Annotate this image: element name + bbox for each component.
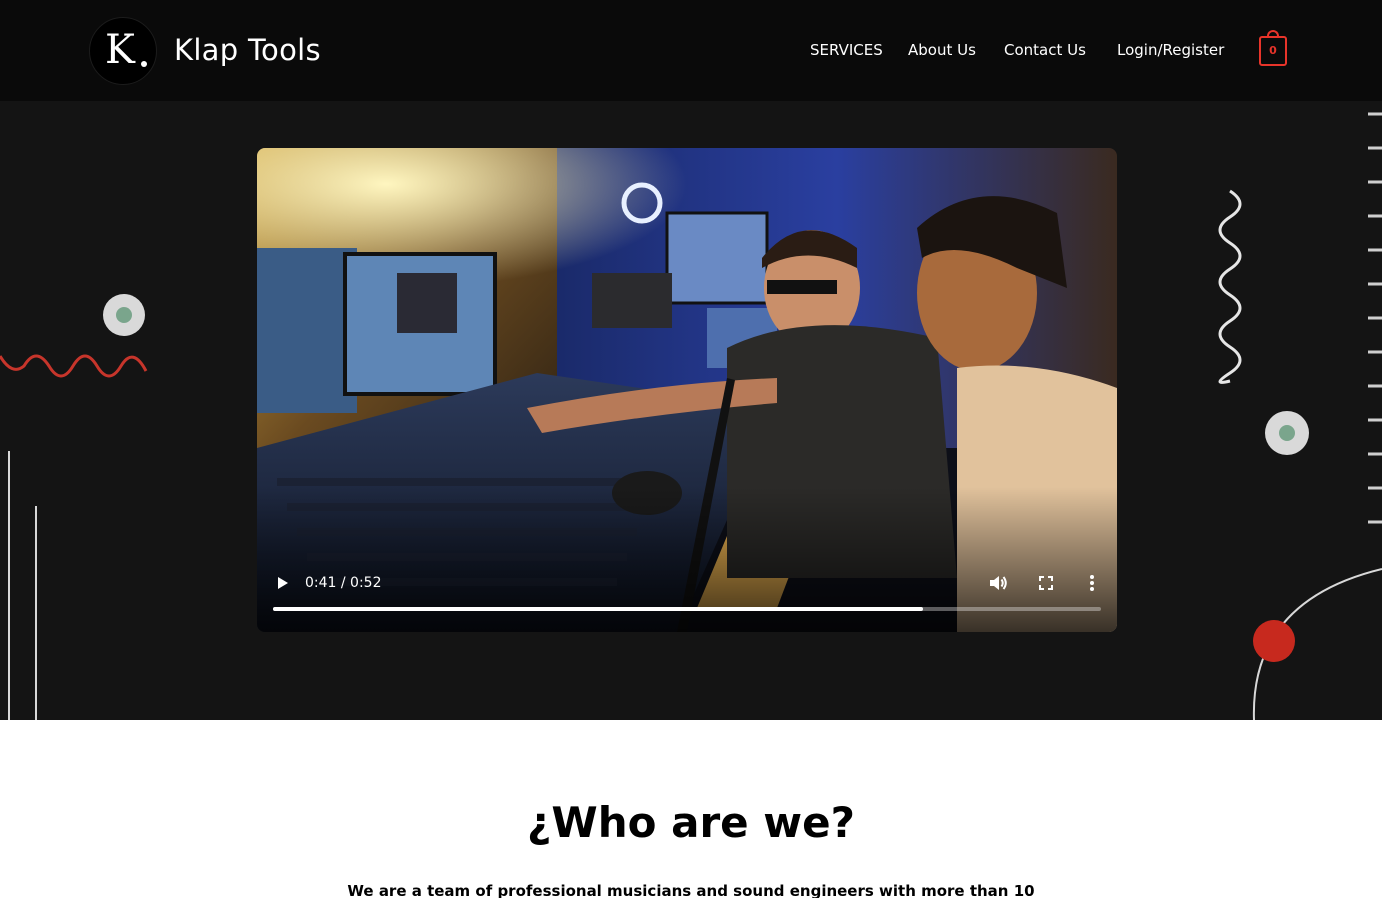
nav-services[interactable]: SERVICES — [810, 40, 883, 60]
video-progress-bar[interactable] — [273, 607, 1101, 611]
site-logo[interactable]: K — [89, 17, 157, 85]
volume-icon[interactable] — [987, 572, 1009, 594]
about-text: We are a team of professional musicians … — [347, 882, 1035, 898]
play-icon[interactable] — [273, 572, 293, 594]
video-progress-fill — [273, 607, 923, 611]
deco-white-wave — [1218, 189, 1242, 384]
about-title: ¿Who are we? — [527, 798, 855, 847]
nav-contact-us[interactable]: Contact Us — [1004, 40, 1086, 60]
hero-section: 0:41 / 0:52 — [0, 101, 1382, 720]
deco-red-dot — [1253, 620, 1295, 662]
fullscreen-icon[interactable] — [1035, 572, 1057, 594]
deco-red-wave — [0, 354, 148, 378]
video-time: 0:41 / 0:52 — [305, 575, 382, 591]
cart-bag-icon — [1267, 30, 1279, 38]
logo-dot — [141, 61, 147, 67]
video-frame-studio — [257, 148, 1117, 632]
nav-about-us[interactable]: About Us — [908, 40, 976, 60]
site-header: K Klap Tools SERVICES About Us Contact U… — [0, 0, 1382, 101]
cart-count: 0 — [1269, 44, 1277, 57]
more-options-icon[interactable] — [1083, 572, 1101, 594]
logo-letter: K — [105, 27, 135, 73]
brand-name[interactable]: Klap Tools — [174, 31, 321, 69]
deco-ticks — [1368, 112, 1382, 524]
video-player[interactable]: 0:41 / 0:52 — [257, 148, 1117, 632]
cart-button[interactable]: 0 — [1259, 30, 1287, 66]
nav-login-register[interactable]: Login/Register — [1117, 40, 1224, 60]
